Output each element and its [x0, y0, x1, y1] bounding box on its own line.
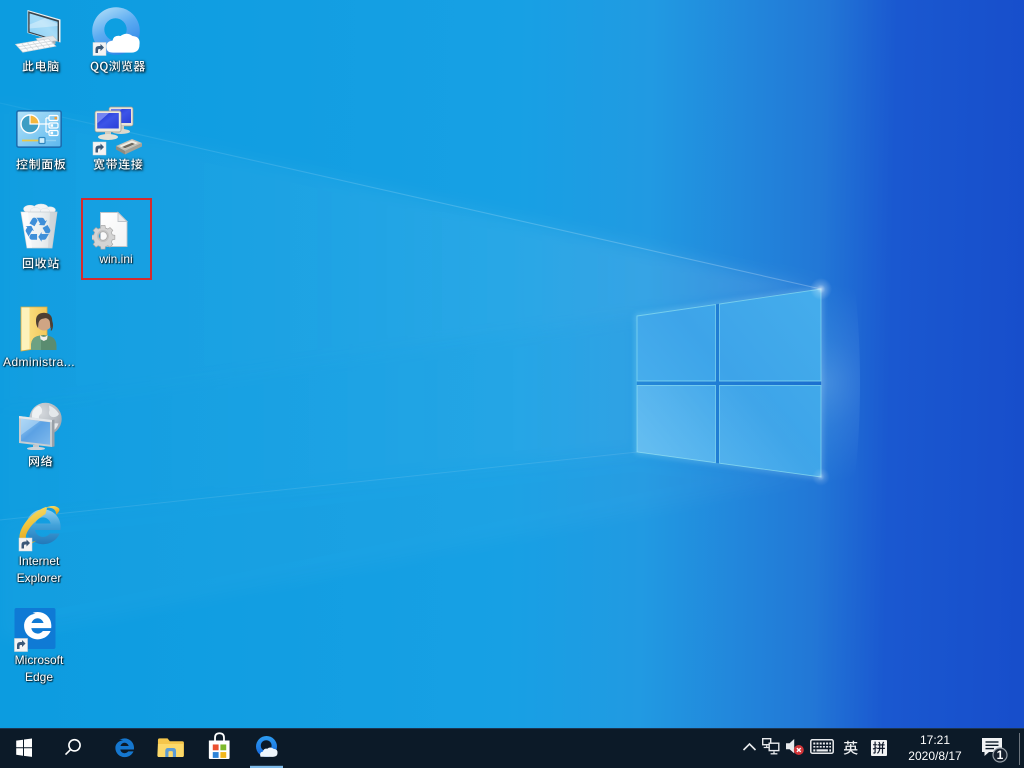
svg-text:1: 1 — [997, 748, 1004, 762]
